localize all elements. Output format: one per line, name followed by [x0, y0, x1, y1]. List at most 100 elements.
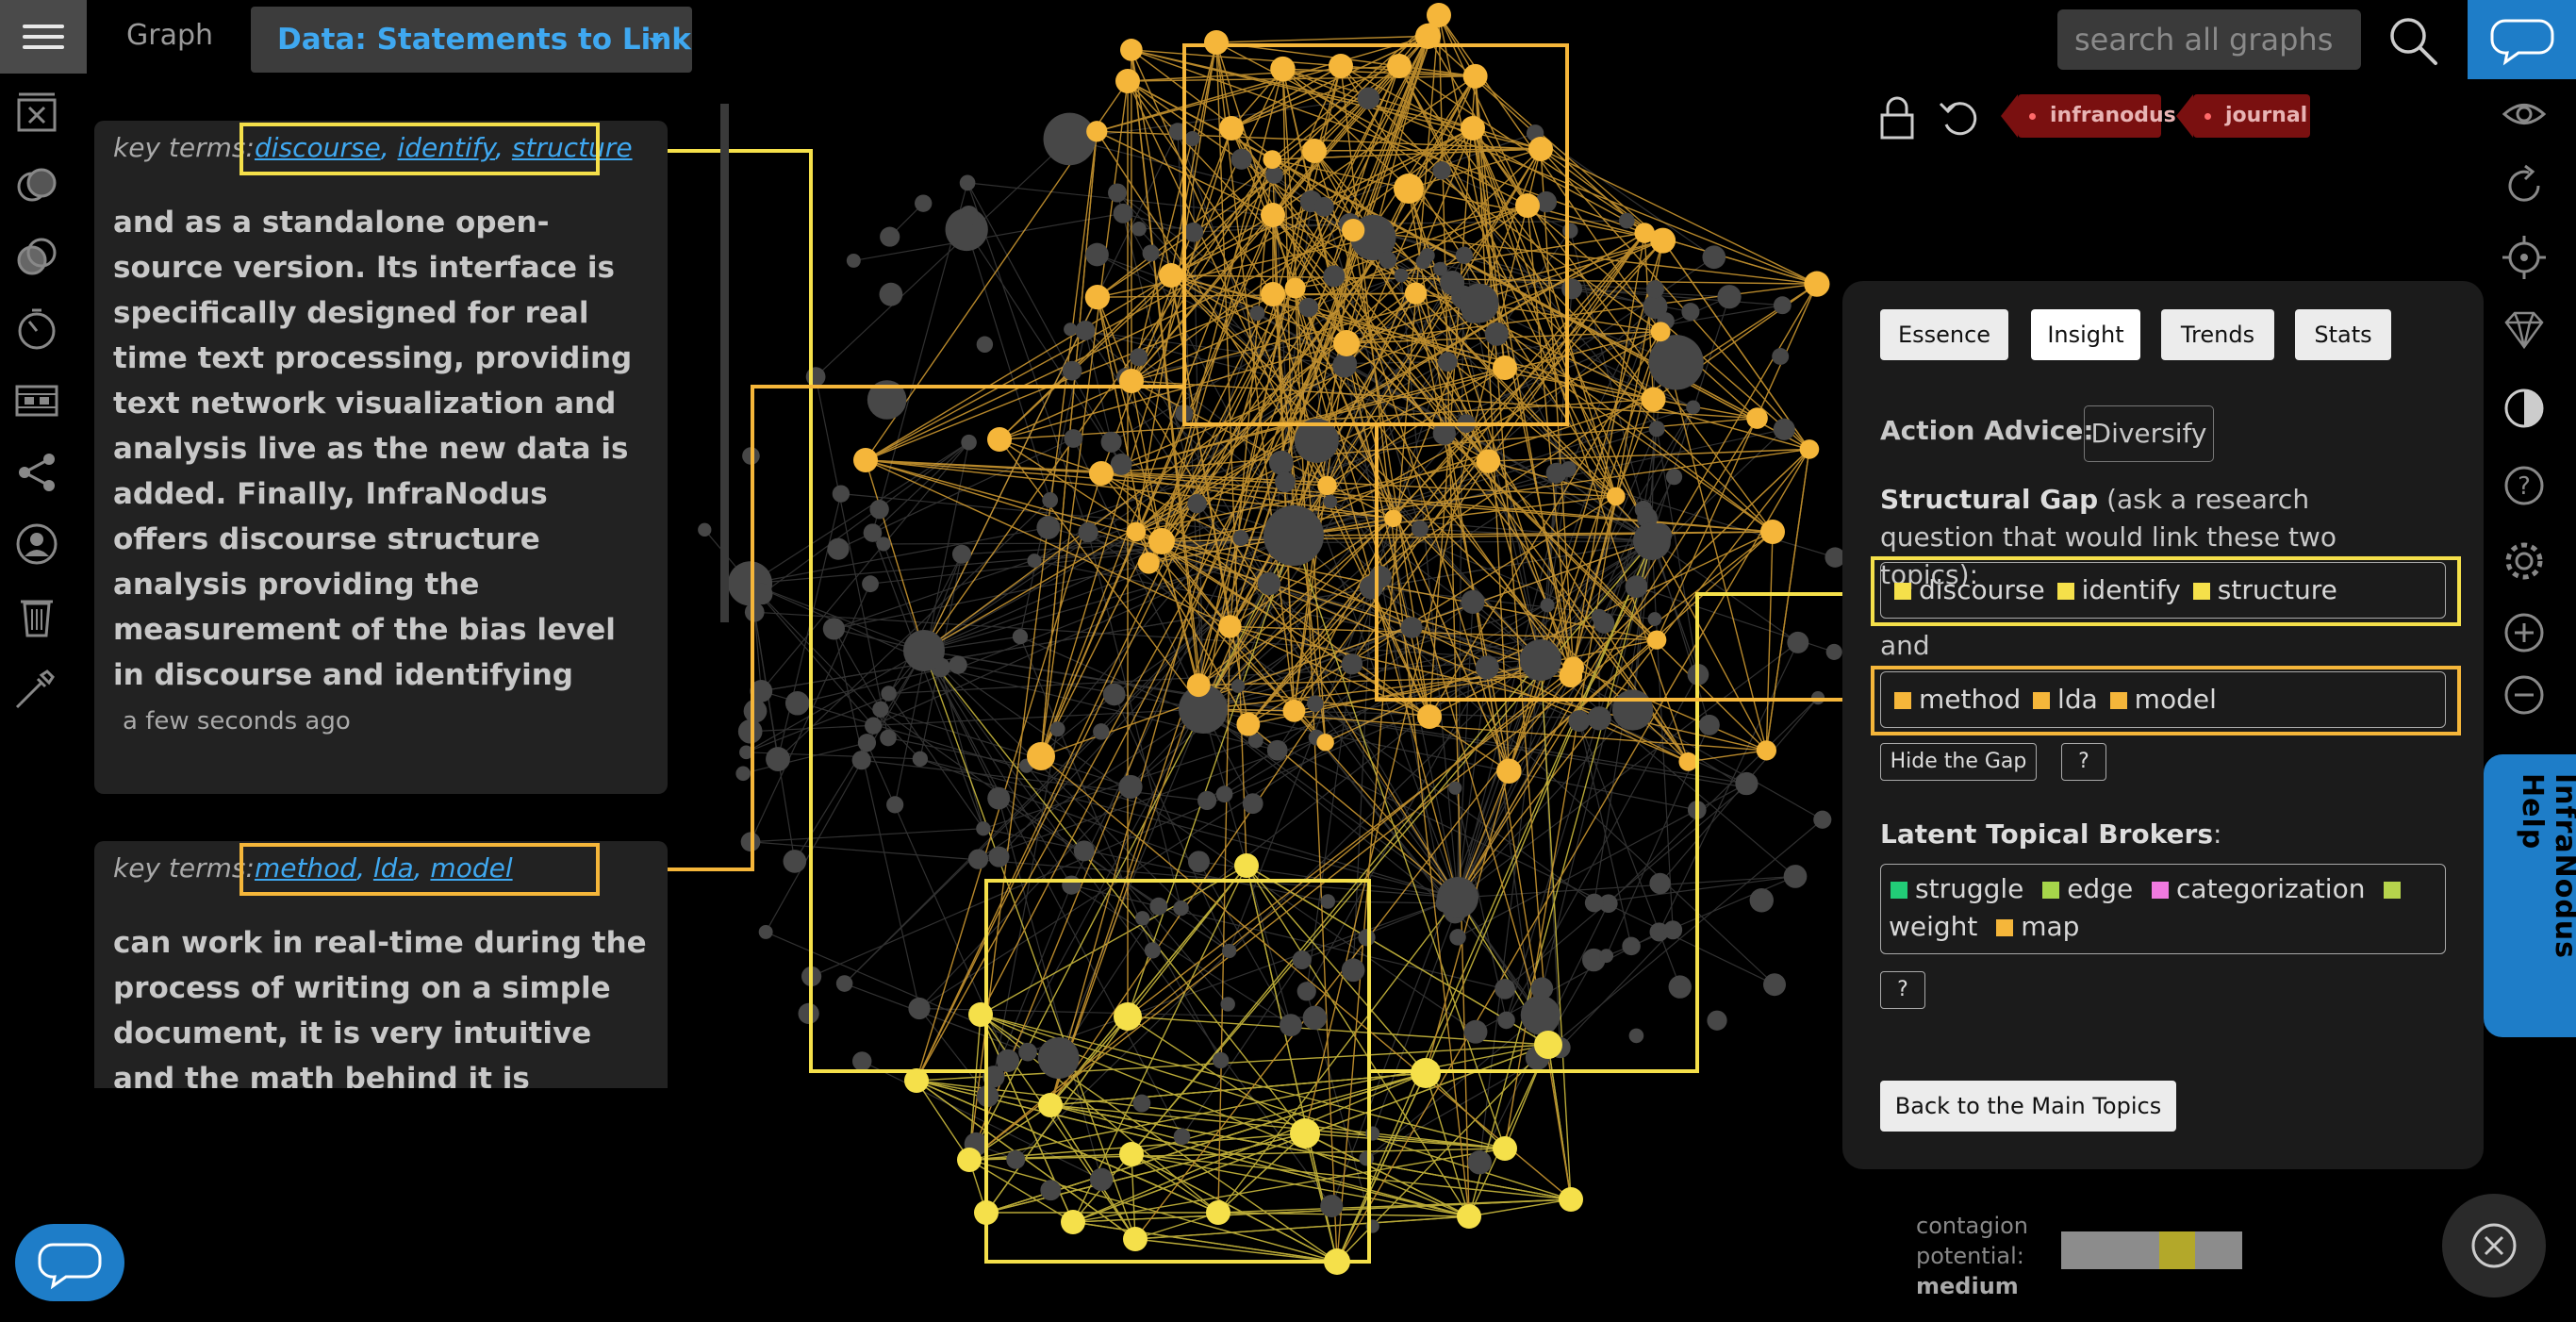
graph-node[interactable] [698, 522, 712, 537]
graph-node[interactable] [1236, 712, 1261, 736]
graph-node[interactable] [1476, 449, 1501, 473]
tag-journal[interactable]: journal [2176, 94, 2310, 138]
graph-node[interactable] [1437, 877, 1478, 918]
graph-node[interactable] [1772, 348, 1790, 365]
graph-node[interactable] [1307, 695, 1324, 712]
graph-node[interactable] [758, 924, 773, 939]
graph-node[interactable] [1628, 1028, 1644, 1044]
graph-node[interactable] [1647, 612, 1662, 626]
graph-node[interactable] [968, 1002, 993, 1027]
timer-icon[interactable] [13, 306, 60, 353]
graph-node[interactable] [1149, 897, 1168, 916]
help-circle-icon[interactable]: ? [2501, 462, 2548, 509]
graph-node[interactable] [1184, 130, 1200, 147]
graph-node[interactable] [1622, 936, 1641, 956]
graph-node[interactable] [1061, 1210, 1085, 1234]
search-icon[interactable] [2386, 13, 2440, 68]
graph-node[interactable] [1329, 54, 1353, 78]
graph-node[interactable] [1333, 330, 1360, 356]
graph-node[interactable] [1591, 608, 1608, 625]
graph-node[interactable] [912, 751, 929, 768]
graph-node[interactable] [743, 699, 768, 723]
graph-node[interactable] [1494, 978, 1515, 1000]
graph-node[interactable] [1665, 468, 1683, 486]
graph-node[interactable] [1006, 1149, 1026, 1169]
graph-node[interactable] [1497, 1011, 1515, 1030]
back-to-main-topics-button[interactable]: Back to the Main Topics [1880, 1081, 2176, 1132]
graph-node[interactable] [1459, 283, 1499, 323]
graph-node[interactable] [1587, 706, 1611, 731]
graph-node[interactable] [1183, 222, 1204, 242]
graph-node[interactable] [1275, 471, 1296, 493]
graph-node[interactable] [744, 602, 765, 622]
graph-node[interactable] [1100, 431, 1122, 453]
graph-node[interactable] [784, 690, 810, 716]
graph-node[interactable] [879, 282, 903, 306]
graph-node[interactable] [1432, 161, 1451, 180]
graph-node[interactable] [976, 336, 994, 353]
data-select-dropdown[interactable]: Data: Statements to Link [251, 7, 692, 73]
trash-icon[interactable] [13, 592, 60, 639]
graph-node[interactable] [1296, 982, 1316, 1001]
graph-node[interactable] [1093, 723, 1110, 740]
graph-node[interactable] [1120, 39, 1143, 61]
graph-node[interactable] [1467, 1150, 1492, 1175]
graph-node[interactable] [1457, 1204, 1481, 1229]
graph-node[interactable] [1089, 1167, 1114, 1192]
graph-node[interactable] [805, 367, 826, 387]
graph-node[interactable] [1681, 303, 1700, 322]
graph-node[interactable] [1433, 261, 1447, 276]
graph-node[interactable] [1400, 617, 1423, 638]
film-strip-icon[interactable] [13, 377, 60, 424]
gap-help-button[interactable]: ? [2061, 743, 2106, 781]
graph-node[interactable] [1270, 56, 1296, 82]
graph-node[interactable] [1461, 589, 1485, 614]
brokers-help-button[interactable]: ? [1880, 971, 1925, 1009]
graph-node[interactable] [1323, 494, 1338, 509]
graph-node[interactable] [1249, 306, 1265, 322]
graph-node[interactable] [903, 630, 945, 671]
graph-node[interactable] [1530, 977, 1554, 1000]
graph-node[interactable] [1763, 973, 1787, 997]
contrast-icon[interactable] [2501, 385, 2548, 432]
graph-node[interactable] [735, 766, 751, 782]
graph-node[interactable] [1645, 280, 1664, 299]
graph-node[interactable] [1773, 418, 1795, 440]
graph-node[interactable] [1119, 369, 1144, 393]
graph-node[interactable] [1760, 520, 1785, 544]
graph-node[interactable] [1086, 121, 1108, 142]
graph-node[interactable] [1448, 781, 1462, 795]
graph-node[interactable] [1113, 203, 1133, 223]
graph-node[interactable] [1049, 721, 1065, 737]
graph-node[interactable] [1394, 268, 1409, 283]
graph-node[interactable] [1064, 322, 1078, 337]
graph-node[interactable] [1515, 193, 1540, 218]
graph-node[interactable] [1650, 322, 1671, 342]
graph-node[interactable] [1204, 30, 1229, 55]
graph-node[interactable] [1317, 475, 1337, 496]
graph-node[interactable] [1647, 630, 1667, 650]
graph-node[interactable] [1073, 840, 1095, 862]
zoom-in-icon[interactable] [2501, 609, 2548, 656]
statement-card[interactable]: key terms:discourse, identify, structure… [94, 121, 668, 794]
dropper-icon[interactable] [13, 664, 60, 711]
graph-node[interactable] [1159, 263, 1183, 288]
graph-node[interactable] [766, 747, 790, 771]
graph-node[interactable] [1038, 1093, 1063, 1117]
graph-node[interactable] [1606, 487, 1626, 506]
chat-button-top[interactable] [2468, 0, 2576, 79]
graph-node[interactable] [1186, 673, 1211, 698]
graph-node[interactable] [1134, 911, 1150, 926]
graph-node[interactable] [1323, 265, 1346, 288]
graph-node[interactable] [961, 434, 977, 451]
graph-node[interactable] [1540, 598, 1555, 613]
graph-node[interactable] [1611, 689, 1654, 731]
graph-node[interactable] [1242, 793, 1263, 815]
tab-stats[interactable]: Stats [2295, 309, 2391, 360]
graph-node[interactable] [1359, 1150, 1375, 1166]
graph-node[interactable] [1649, 872, 1671, 895]
graph-node[interactable] [959, 174, 976, 191]
graph-node[interactable] [876, 537, 891, 552]
graph-node[interactable] [1043, 112, 1097, 166]
graph-node[interactable] [1173, 1128, 1191, 1146]
